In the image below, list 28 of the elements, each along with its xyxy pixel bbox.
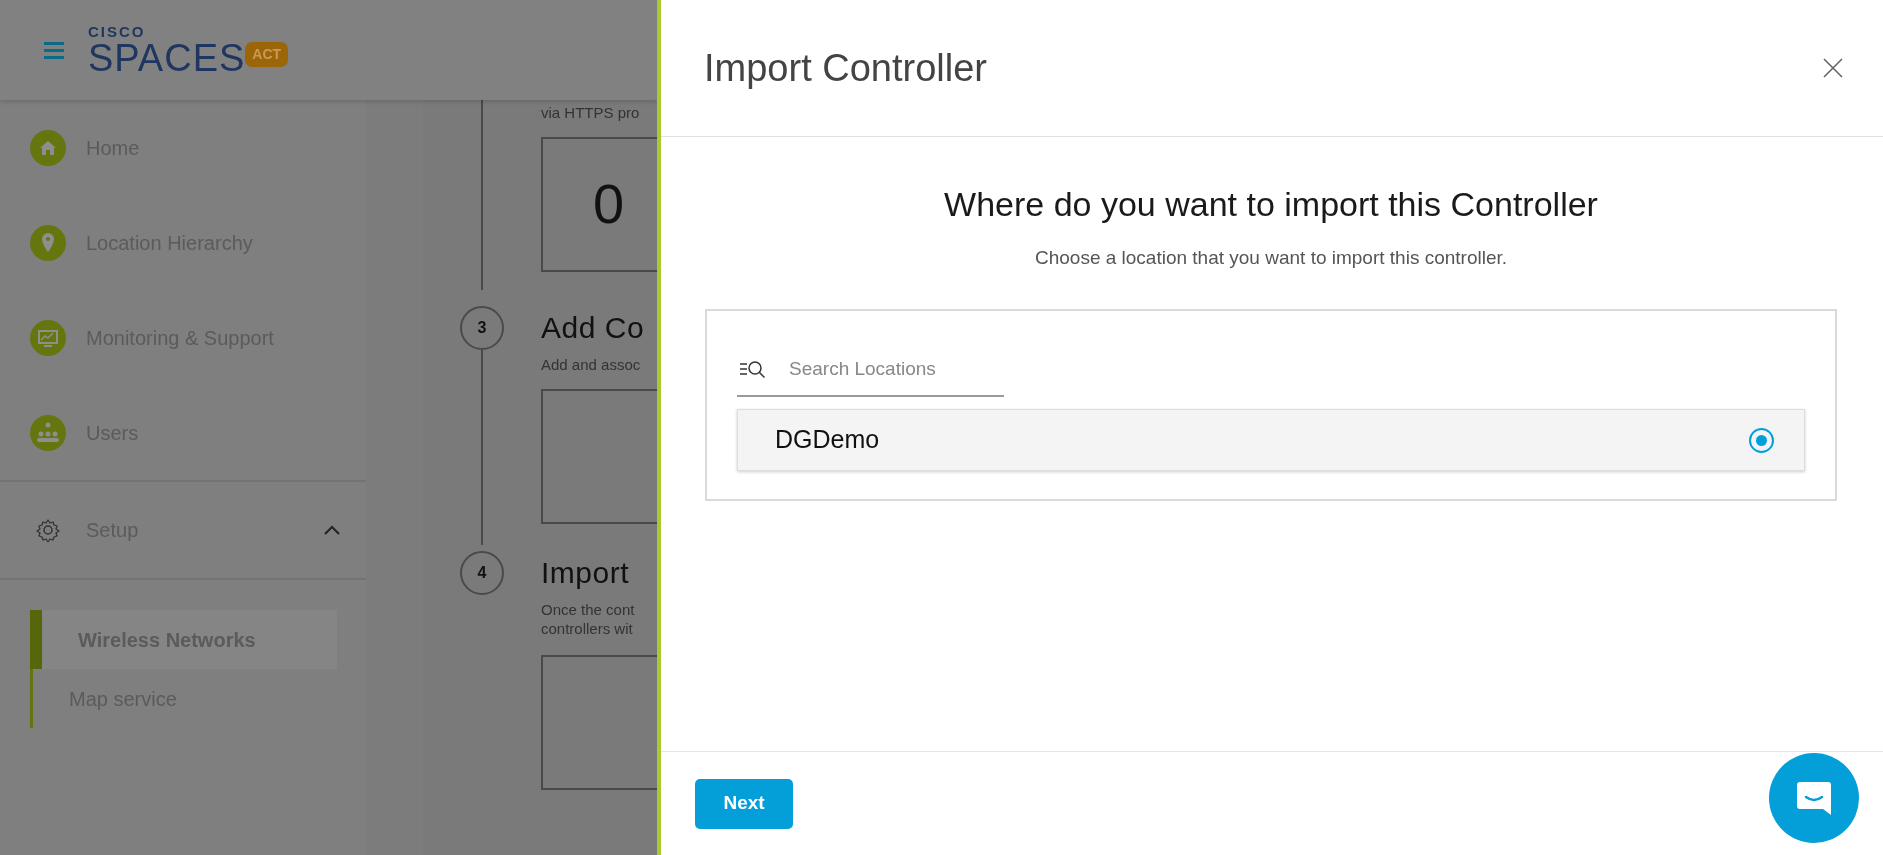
modal-heading: Where do you want to import this Controller — [943, 184, 1599, 225]
modal-subtitle: Choose a location that you want to import this controller. — [1033, 246, 1509, 270]
modal-title: Import Controller — [704, 45, 987, 91]
radio-button[interactable] — [1749, 427, 1774, 453]
close-button[interactable] — [1823, 58, 1843, 78]
monitor-icon — [30, 319, 66, 356]
count-value: 0 — [593, 171, 625, 238]
logo-product: SPACES — [88, 38, 246, 77]
step-title: Import — [541, 554, 631, 591]
next-button[interactable]: Next — [695, 778, 793, 829]
location-row[interactable]: DGDemo — [737, 409, 1805, 471]
step-description: via HTTPS pro — [541, 104, 641, 123]
home-icon — [30, 129, 66, 166]
logo-brand: CISCO — [88, 23, 147, 39]
plan-badge: ACT — [245, 41, 289, 67]
step-description: Once the cont — [541, 601, 636, 620]
gear-icon — [36, 518, 60, 542]
people-icon — [30, 414, 66, 451]
step-title: Add Co — [541, 309, 646, 346]
step-number: 3 — [460, 306, 504, 350]
step-description: controllers wit — [541, 619, 634, 639]
menu-icon[interactable] — [44, 41, 64, 59]
step-number: 4 — [460, 551, 504, 595]
chevron-icon[interactable] — [324, 525, 340, 535]
location-name: DGDemo — [775, 424, 880, 456]
step-description: Add and assoc — [541, 356, 642, 375]
map-pin-icon — [30, 224, 66, 261]
search-icon — [739, 358, 767, 379]
